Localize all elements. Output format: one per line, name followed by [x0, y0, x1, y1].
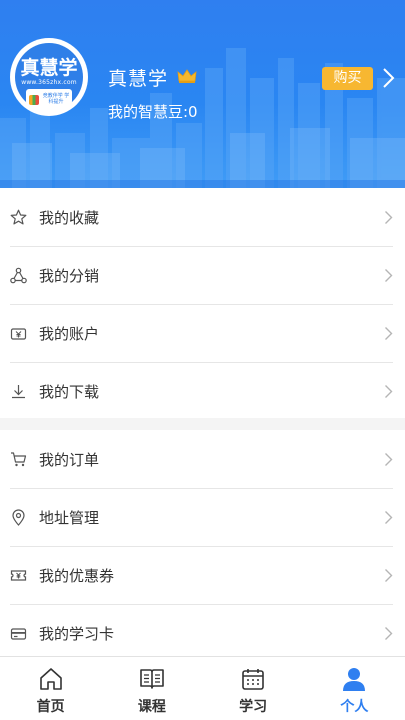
menu-item-study-card[interactable]: 我的学习卡 — [0, 604, 405, 662]
tab-courses[interactable]: 课程 — [101, 657, 202, 720]
menu-item-address[interactable]: 地址管理 — [0, 488, 405, 546]
crown-icon — [177, 69, 197, 83]
username: 真慧学 — [108, 68, 169, 90]
wallet-icon — [10, 327, 27, 340]
logo-slogan: 竞教伴学 学科提升 — [42, 93, 70, 105]
menu-label: 我的账户 — [39, 324, 100, 343]
profile-header: 真慧学 www.365zhx.com 竞教伴学 学科提升 真慧学 我的智慧豆:0… — [0, 0, 405, 188]
chevron-right-icon — [385, 384, 393, 398]
section-divider — [0, 418, 405, 430]
logo-text: 真慧学 — [20, 57, 78, 79]
tab-label: 首页 — [36, 699, 65, 715]
tab-label: 个人 — [340, 699, 369, 715]
logo-image: 真慧学 www.365zhx.com 竞教伴学 学科提升 — [15, 43, 83, 111]
menu-label: 我的收藏 — [39, 208, 100, 227]
tab-home[interactable]: 首页 — [0, 657, 101, 720]
menu-label: 我的分销 — [39, 266, 100, 285]
buy-button[interactable]: 购买 — [322, 67, 373, 90]
chevron-right-icon — [385, 510, 393, 524]
menu-label: 我的学习卡 — [39, 624, 115, 643]
person-icon — [343, 668, 366, 691]
chevron-right-icon — [385, 626, 393, 640]
tab-label: 课程 — [137, 699, 166, 715]
network-icon — [10, 267, 27, 283]
menu-group-account: 我的收藏 我的分销 我的账户 我的下载 — [0, 188, 405, 420]
download-icon — [12, 384, 25, 398]
chevron-right-icon — [385, 568, 393, 582]
tab-profile[interactable]: 个人 — [304, 657, 405, 720]
chevron-right-icon — [385, 452, 393, 466]
tab-label: 学习 — [239, 699, 268, 715]
book-icon — [140, 669, 164, 689]
menu-item-distribution[interactable]: 我的分销 — [0, 246, 405, 304]
menu-label: 我的下载 — [39, 382, 100, 401]
chevron-right-icon — [385, 326, 393, 340]
menu-label: 我的优惠券 — [39, 566, 115, 585]
tab-study[interactable]: 学习 — [203, 657, 304, 720]
logo-url: www.365zhx.com — [21, 79, 77, 86]
menu-label: 地址管理 — [39, 508, 100, 527]
wisdom-beans-balance: 我的智慧豆:0 — [108, 103, 198, 121]
calendar-icon — [242, 669, 264, 690]
avatar[interactable]: 真慧学 www.365zhx.com 竞教伴学 学科提升 — [10, 38, 88, 116]
menu-label: 我的订单 — [39, 450, 100, 469]
chevron-right-icon — [385, 268, 393, 282]
chevron-right-icon[interactable] — [381, 67, 395, 89]
menu-group-orders: 我的订单 地址管理 我的优惠券 我的学习卡 — [0, 430, 405, 662]
menu-item-favorites[interactable]: 我的收藏 — [0, 188, 405, 246]
coupon-icon — [10, 569, 27, 581]
card-icon — [10, 627, 27, 640]
menu-item-downloads[interactable]: 我的下载 — [0, 362, 405, 420]
logo-stripe — [29, 95, 39, 105]
menu-item-coupons[interactable]: 我的优惠券 — [0, 546, 405, 604]
location-icon — [12, 508, 25, 526]
star-icon — [10, 209, 27, 224]
cart-icon — [11, 451, 27, 466]
home-icon — [39, 668, 62, 690]
chevron-right-icon — [385, 210, 393, 224]
bottom-tab-bar: 首页 课程 学习 个人 — [0, 656, 405, 720]
menu-item-account[interactable]: 我的账户 — [0, 304, 405, 362]
menu-item-orders[interactable]: 我的订单 — [0, 430, 405, 488]
